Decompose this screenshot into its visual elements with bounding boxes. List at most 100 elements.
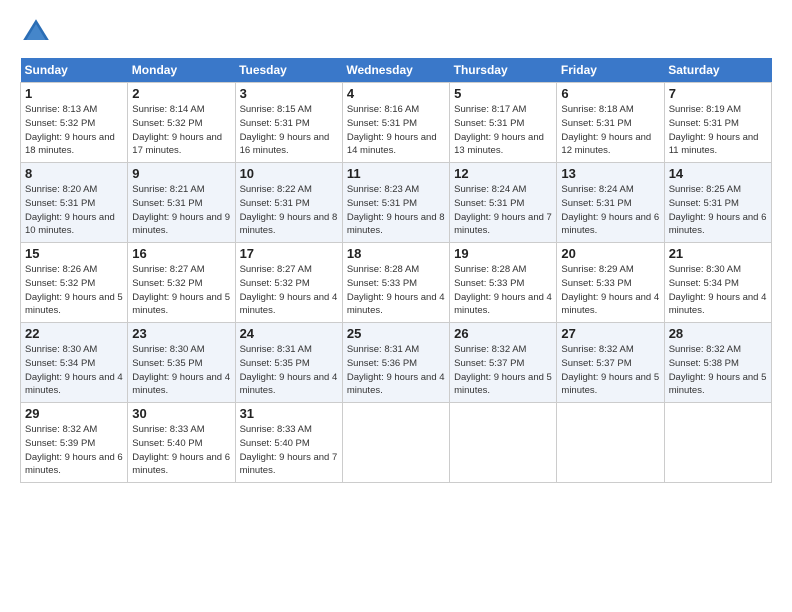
weekday-header-row: SundayMondayTuesdayWednesdayThursdayFrid… (21, 58, 772, 83)
day-number: 21 (669, 246, 767, 261)
day-number: 5 (454, 86, 552, 101)
calendar-cell: 21 Sunrise: 8:30 AMSunset: 5:34 PMDaylig… (664, 243, 771, 323)
day-info: Sunrise: 8:16 AMSunset: 5:31 PMDaylight:… (347, 104, 437, 156)
calendar-cell: 20 Sunrise: 8:29 AMSunset: 5:33 PMDaylig… (557, 243, 664, 323)
day-info: Sunrise: 8:28 AMSunset: 5:33 PMDaylight:… (347, 264, 445, 316)
day-info: Sunrise: 8:31 AMSunset: 5:35 PMDaylight:… (240, 344, 338, 396)
day-info: Sunrise: 8:31 AMSunset: 5:36 PMDaylight:… (347, 344, 445, 396)
day-info: Sunrise: 8:14 AMSunset: 5:32 PMDaylight:… (132, 104, 222, 156)
day-info: Sunrise: 8:30 AMSunset: 5:35 PMDaylight:… (132, 344, 230, 396)
day-number: 28 (669, 326, 767, 341)
day-info: Sunrise: 8:29 AMSunset: 5:33 PMDaylight:… (561, 264, 659, 316)
day-number: 29 (25, 406, 123, 421)
day-number: 17 (240, 246, 338, 261)
day-info: Sunrise: 8:28 AMSunset: 5:33 PMDaylight:… (454, 264, 552, 316)
calendar-cell: 17 Sunrise: 8:27 AMSunset: 5:32 PMDaylig… (235, 243, 342, 323)
day-info: Sunrise: 8:32 AMSunset: 5:37 PMDaylight:… (454, 344, 552, 396)
weekday-sunday: Sunday (21, 58, 128, 83)
day-info: Sunrise: 8:32 AMSunset: 5:37 PMDaylight:… (561, 344, 659, 396)
day-info: Sunrise: 8:22 AMSunset: 5:31 PMDaylight:… (240, 184, 338, 236)
day-info: Sunrise: 8:24 AMSunset: 5:31 PMDaylight:… (561, 184, 659, 236)
calendar-cell: 27 Sunrise: 8:32 AMSunset: 5:37 PMDaylig… (557, 323, 664, 403)
day-number: 12 (454, 166, 552, 181)
day-info: Sunrise: 8:19 AMSunset: 5:31 PMDaylight:… (669, 104, 759, 156)
calendar-cell: 15 Sunrise: 8:26 AMSunset: 5:32 PMDaylig… (21, 243, 128, 323)
calendar-cell: 28 Sunrise: 8:32 AMSunset: 5:38 PMDaylig… (664, 323, 771, 403)
calendar-cell: 30 Sunrise: 8:33 AMSunset: 5:40 PMDaylig… (128, 403, 235, 483)
weekday-thursday: Thursday (450, 58, 557, 83)
calendar-cell: 7 Sunrise: 8:19 AMSunset: 5:31 PMDayligh… (664, 83, 771, 163)
calendar-cell (557, 403, 664, 483)
calendar-cell: 18 Sunrise: 8:28 AMSunset: 5:33 PMDaylig… (342, 243, 449, 323)
calendar-table: SundayMondayTuesdayWednesdayThursdayFrid… (20, 58, 772, 483)
calendar-cell: 2 Sunrise: 8:14 AMSunset: 5:32 PMDayligh… (128, 83, 235, 163)
header (20, 16, 772, 48)
day-number: 18 (347, 246, 445, 261)
day-number: 4 (347, 86, 445, 101)
calendar-cell (342, 403, 449, 483)
day-number: 15 (25, 246, 123, 261)
calendar-cell (664, 403, 771, 483)
day-info: Sunrise: 8:15 AMSunset: 5:31 PMDaylight:… (240, 104, 330, 156)
calendar-cell: 12 Sunrise: 8:24 AMSunset: 5:31 PMDaylig… (450, 163, 557, 243)
day-info: Sunrise: 8:32 AMSunset: 5:38 PMDaylight:… (669, 344, 767, 396)
week-row-1: 1 Sunrise: 8:13 AMSunset: 5:32 PMDayligh… (21, 83, 772, 163)
week-row-2: 8 Sunrise: 8:20 AMSunset: 5:31 PMDayligh… (21, 163, 772, 243)
calendar-cell: 5 Sunrise: 8:17 AMSunset: 5:31 PMDayligh… (450, 83, 557, 163)
weekday-friday: Friday (557, 58, 664, 83)
calendar-cell: 24 Sunrise: 8:31 AMSunset: 5:35 PMDaylig… (235, 323, 342, 403)
day-number: 14 (669, 166, 767, 181)
day-number: 6 (561, 86, 659, 101)
calendar-cell: 3 Sunrise: 8:15 AMSunset: 5:31 PMDayligh… (235, 83, 342, 163)
day-number: 26 (454, 326, 552, 341)
day-number: 19 (454, 246, 552, 261)
weekday-monday: Monday (128, 58, 235, 83)
day-number: 3 (240, 86, 338, 101)
week-row-5: 29 Sunrise: 8:32 AMSunset: 5:39 PMDaylig… (21, 403, 772, 483)
weekday-tuesday: Tuesday (235, 58, 342, 83)
day-number: 10 (240, 166, 338, 181)
day-info: Sunrise: 8:32 AMSunset: 5:39 PMDaylight:… (25, 424, 123, 476)
day-number: 24 (240, 326, 338, 341)
calendar-cell: 19 Sunrise: 8:28 AMSunset: 5:33 PMDaylig… (450, 243, 557, 323)
calendar-cell: 23 Sunrise: 8:30 AMSunset: 5:35 PMDaylig… (128, 323, 235, 403)
day-number: 31 (240, 406, 338, 421)
calendar-cell: 26 Sunrise: 8:32 AMSunset: 5:37 PMDaylig… (450, 323, 557, 403)
calendar-cell: 16 Sunrise: 8:27 AMSunset: 5:32 PMDaylig… (128, 243, 235, 323)
logo-icon (20, 16, 52, 48)
calendar-cell: 11 Sunrise: 8:23 AMSunset: 5:31 PMDaylig… (342, 163, 449, 243)
day-number: 30 (132, 406, 230, 421)
week-row-3: 15 Sunrise: 8:26 AMSunset: 5:32 PMDaylig… (21, 243, 772, 323)
day-info: Sunrise: 8:23 AMSunset: 5:31 PMDaylight:… (347, 184, 445, 236)
day-info: Sunrise: 8:27 AMSunset: 5:32 PMDaylight:… (240, 264, 338, 316)
day-info: Sunrise: 8:33 AMSunset: 5:40 PMDaylight:… (240, 424, 338, 476)
day-number: 16 (132, 246, 230, 261)
day-number: 20 (561, 246, 659, 261)
calendar-cell: 9 Sunrise: 8:21 AMSunset: 5:31 PMDayligh… (128, 163, 235, 243)
calendar-cell: 13 Sunrise: 8:24 AMSunset: 5:31 PMDaylig… (557, 163, 664, 243)
day-number: 2 (132, 86, 230, 101)
day-info: Sunrise: 8:27 AMSunset: 5:32 PMDaylight:… (132, 264, 230, 316)
day-number: 22 (25, 326, 123, 341)
day-number: 7 (669, 86, 767, 101)
day-info: Sunrise: 8:24 AMSunset: 5:31 PMDaylight:… (454, 184, 552, 236)
day-info: Sunrise: 8:17 AMSunset: 5:31 PMDaylight:… (454, 104, 544, 156)
weekday-wednesday: Wednesday (342, 58, 449, 83)
day-number: 1 (25, 86, 123, 101)
day-info: Sunrise: 8:21 AMSunset: 5:31 PMDaylight:… (132, 184, 230, 236)
calendar-cell: 31 Sunrise: 8:33 AMSunset: 5:40 PMDaylig… (235, 403, 342, 483)
page: SundayMondayTuesdayWednesdayThursdayFrid… (0, 0, 792, 612)
calendar-cell: 10 Sunrise: 8:22 AMSunset: 5:31 PMDaylig… (235, 163, 342, 243)
day-number: 11 (347, 166, 445, 181)
calendar-cell: 6 Sunrise: 8:18 AMSunset: 5:31 PMDayligh… (557, 83, 664, 163)
calendar-cell: 14 Sunrise: 8:25 AMSunset: 5:31 PMDaylig… (664, 163, 771, 243)
day-info: Sunrise: 8:30 AMSunset: 5:34 PMDaylight:… (669, 264, 767, 316)
calendar-cell: 8 Sunrise: 8:20 AMSunset: 5:31 PMDayligh… (21, 163, 128, 243)
calendar-cell: 25 Sunrise: 8:31 AMSunset: 5:36 PMDaylig… (342, 323, 449, 403)
day-number: 27 (561, 326, 659, 341)
calendar-cell: 4 Sunrise: 8:16 AMSunset: 5:31 PMDayligh… (342, 83, 449, 163)
logo (20, 16, 58, 48)
calendar-cell: 29 Sunrise: 8:32 AMSunset: 5:39 PMDaylig… (21, 403, 128, 483)
week-row-4: 22 Sunrise: 8:30 AMSunset: 5:34 PMDaylig… (21, 323, 772, 403)
day-info: Sunrise: 8:30 AMSunset: 5:34 PMDaylight:… (25, 344, 123, 396)
